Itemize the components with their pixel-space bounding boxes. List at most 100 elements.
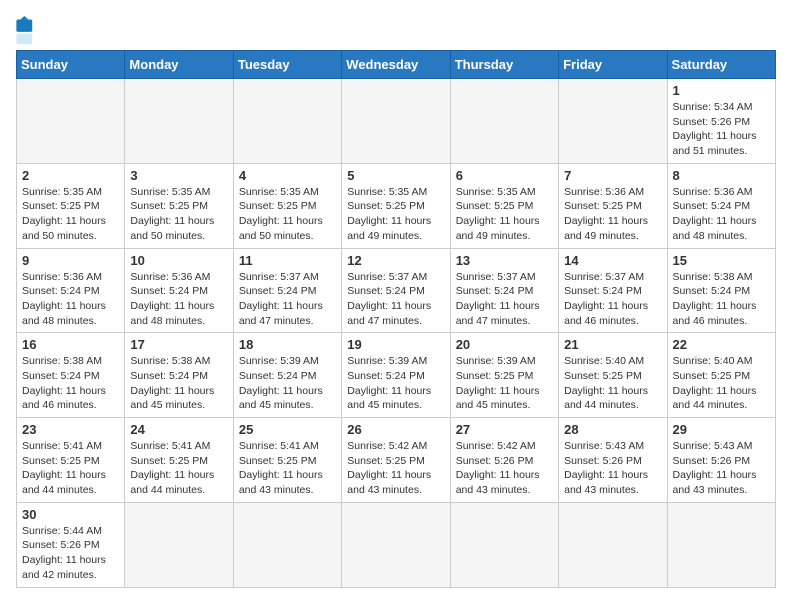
day-cell <box>125 79 233 164</box>
day-info: Sunrise: 5:35 AM Sunset: 5:25 PM Dayligh… <box>456 185 553 244</box>
day-number: 28 <box>564 422 661 437</box>
day-cell: 6 Sunrise: 5:35 AM Sunset: 5:25 PM Daylig… <box>450 163 558 248</box>
day-info: Sunrise: 5:42 AM Sunset: 5:26 PM Dayligh… <box>456 439 553 498</box>
day-info: Sunrise: 5:37 AM Sunset: 5:24 PM Dayligh… <box>347 270 444 329</box>
day-cell <box>450 79 558 164</box>
day-cell: 19 Sunrise: 5:39 AM Sunset: 5:24 PM Dayli… <box>342 333 450 418</box>
day-number: 29 <box>673 422 770 437</box>
day-number: 4 <box>239 168 336 183</box>
day-cell: 9Sunrise: 5:36 AM Sunset: 5:24 PM Daylig… <box>17 248 125 333</box>
day-number: 24 <box>130 422 227 437</box>
day-number: 10 <box>130 253 227 268</box>
day-cell <box>342 79 450 164</box>
day-info: Sunrise: 5:40 AM Sunset: 5:25 PM Dayligh… <box>564 354 661 413</box>
day-info: Sunrise: 5:41 AM Sunset: 5:25 PM Dayligh… <box>22 439 119 498</box>
day-cell <box>233 502 341 587</box>
logo <box>16 16 56 46</box>
day-number: 15 <box>673 253 770 268</box>
day-cell: 18 Sunrise: 5:39 AM Sunset: 5:24 PM Dayli… <box>233 333 341 418</box>
day-cell <box>342 502 450 587</box>
day-cell <box>233 79 341 164</box>
day-number: 16 <box>22 337 119 352</box>
day-number: 17 <box>130 337 227 352</box>
day-cell: 13 Sunrise: 5:37 AM Sunset: 5:24 PM Dayli… <box>450 248 558 333</box>
day-number: 5 <box>347 168 444 183</box>
day-number: 13 <box>456 253 553 268</box>
day-info: Sunrise: 5:36 AM Sunset: 5:24 PM Dayligh… <box>130 270 227 329</box>
day-cell: 21 Sunrise: 5:40 AM Sunset: 5:25 PM Dayli… <box>559 333 667 418</box>
day-info: Sunrise: 5:35 AM Sunset: 5:25 PM Dayligh… <box>347 185 444 244</box>
day-cell <box>559 502 667 587</box>
day-info: Sunrise: 5:36 AM Sunset: 5:24 PM Dayligh… <box>22 270 119 329</box>
day-cell: 7 Sunrise: 5:36 AM Sunset: 5:25 PM Daylig… <box>559 163 667 248</box>
day-number: 14 <box>564 253 661 268</box>
day-cell: 27 Sunrise: 5:42 AM Sunset: 5:26 PM Dayli… <box>450 418 558 503</box>
week-row-3: 9Sunrise: 5:36 AM Sunset: 5:24 PM Daylig… <box>17 248 776 333</box>
day-info: Sunrise: 5:36 AM Sunset: 5:25 PM Dayligh… <box>564 185 661 244</box>
day-number: 11 <box>239 253 336 268</box>
day-cell: 2Sunrise: 5:35 AM Sunset: 5:25 PM Daylig… <box>17 163 125 248</box>
day-info: Sunrise: 5:38 AM Sunset: 5:24 PM Dayligh… <box>22 354 119 413</box>
day-number: 25 <box>239 422 336 437</box>
day-cell <box>667 502 775 587</box>
day-cell: 23 Sunrise: 5:41 AM Sunset: 5:25 PM Dayli… <box>17 418 125 503</box>
day-cell: 24Sunrise: 5:41 AM Sunset: 5:25 PM Dayli… <box>125 418 233 503</box>
day-cell: 30Sunrise: 5:44 AM Sunset: 5:26 PM Dayli… <box>17 502 125 587</box>
column-header-thursday: Thursday <box>450 51 558 79</box>
column-header-friday: Friday <box>559 51 667 79</box>
column-header-sunday: Sunday <box>17 51 125 79</box>
day-number: 19 <box>347 337 444 352</box>
day-number: 30 <box>22 507 119 522</box>
day-cell: 12 Sunrise: 5:37 AM Sunset: 5:24 PM Dayli… <box>342 248 450 333</box>
day-number: 6 <box>456 168 553 183</box>
day-info: Sunrise: 5:39 AM Sunset: 5:24 PM Dayligh… <box>347 354 444 413</box>
week-row-2: 2Sunrise: 5:35 AM Sunset: 5:25 PM Daylig… <box>17 163 776 248</box>
day-number: 27 <box>456 422 553 437</box>
day-cell: 1Sunrise: 5:34 AM Sunset: 5:26 PM Daylig… <box>667 79 775 164</box>
day-number: 26 <box>347 422 444 437</box>
week-row-6: 30Sunrise: 5:44 AM Sunset: 5:26 PM Dayli… <box>17 502 776 587</box>
day-info: Sunrise: 5:38 AM Sunset: 5:24 PM Dayligh… <box>130 354 227 413</box>
day-info: Sunrise: 5:36 AM Sunset: 5:24 PM Dayligh… <box>673 185 770 244</box>
day-cell <box>559 79 667 164</box>
day-cell: 5 Sunrise: 5:35 AM Sunset: 5:25 PM Daylig… <box>342 163 450 248</box>
day-cell: 10 Sunrise: 5:36 AM Sunset: 5:24 PM Dayli… <box>125 248 233 333</box>
column-header-tuesday: Tuesday <box>233 51 341 79</box>
day-cell: 28Sunrise: 5:43 AM Sunset: 5:26 PM Dayli… <box>559 418 667 503</box>
day-cell <box>450 502 558 587</box>
column-header-wednesday: Wednesday <box>342 51 450 79</box>
day-info: Sunrise: 5:40 AM Sunset: 5:25 PM Dayligh… <box>673 354 770 413</box>
day-number: 21 <box>564 337 661 352</box>
day-cell: 8 Sunrise: 5:36 AM Sunset: 5:24 PM Daylig… <box>667 163 775 248</box>
day-info: Sunrise: 5:37 AM Sunset: 5:24 PM Dayligh… <box>456 270 553 329</box>
day-cell: 3 Sunrise: 5:35 AM Sunset: 5:25 PM Daylig… <box>125 163 233 248</box>
day-cell: 26 Sunrise: 5:42 AM Sunset: 5:25 PM Dayli… <box>342 418 450 503</box>
day-info: Sunrise: 5:43 AM Sunset: 5:26 PM Dayligh… <box>673 439 770 498</box>
calendar-table: SundayMondayTuesdayWednesdayThursdayFrid… <box>16 50 776 588</box>
day-info: Sunrise: 5:39 AM Sunset: 5:24 PM Dayligh… <box>239 354 336 413</box>
day-info: Sunrise: 5:35 AM Sunset: 5:25 PM Dayligh… <box>22 185 119 244</box>
calendar-header-row: SundayMondayTuesdayWednesdayThursdayFrid… <box>17 51 776 79</box>
day-number: 3 <box>130 168 227 183</box>
day-cell: 11Sunrise: 5:37 AM Sunset: 5:24 PM Dayli… <box>233 248 341 333</box>
day-info: Sunrise: 5:42 AM Sunset: 5:25 PM Dayligh… <box>347 439 444 498</box>
day-cell: 4Sunrise: 5:35 AM Sunset: 5:25 PM Daylig… <box>233 163 341 248</box>
day-number: 22 <box>673 337 770 352</box>
day-info: Sunrise: 5:38 AM Sunset: 5:24 PM Dayligh… <box>673 270 770 329</box>
day-number: 23 <box>22 422 119 437</box>
day-cell: 16 Sunrise: 5:38 AM Sunset: 5:24 PM Dayli… <box>17 333 125 418</box>
day-number: 18 <box>239 337 336 352</box>
day-cell: 17 Sunrise: 5:38 AM Sunset: 5:24 PM Dayli… <box>125 333 233 418</box>
day-number: 8 <box>673 168 770 183</box>
day-number: 7 <box>564 168 661 183</box>
day-number: 1 <box>673 83 770 98</box>
day-info: Sunrise: 5:41 AM Sunset: 5:25 PM Dayligh… <box>239 439 336 498</box>
column-header-saturday: Saturday <box>667 51 775 79</box>
day-cell: 20Sunrise: 5:39 AM Sunset: 5:25 PM Dayli… <box>450 333 558 418</box>
column-header-monday: Monday <box>125 51 233 79</box>
week-row-5: 23 Sunrise: 5:41 AM Sunset: 5:25 PM Dayli… <box>17 418 776 503</box>
day-number: 12 <box>347 253 444 268</box>
day-info: Sunrise: 5:37 AM Sunset: 5:24 PM Dayligh… <box>564 270 661 329</box>
day-info: Sunrise: 5:35 AM Sunset: 5:25 PM Dayligh… <box>130 185 227 244</box>
day-cell <box>17 79 125 164</box>
